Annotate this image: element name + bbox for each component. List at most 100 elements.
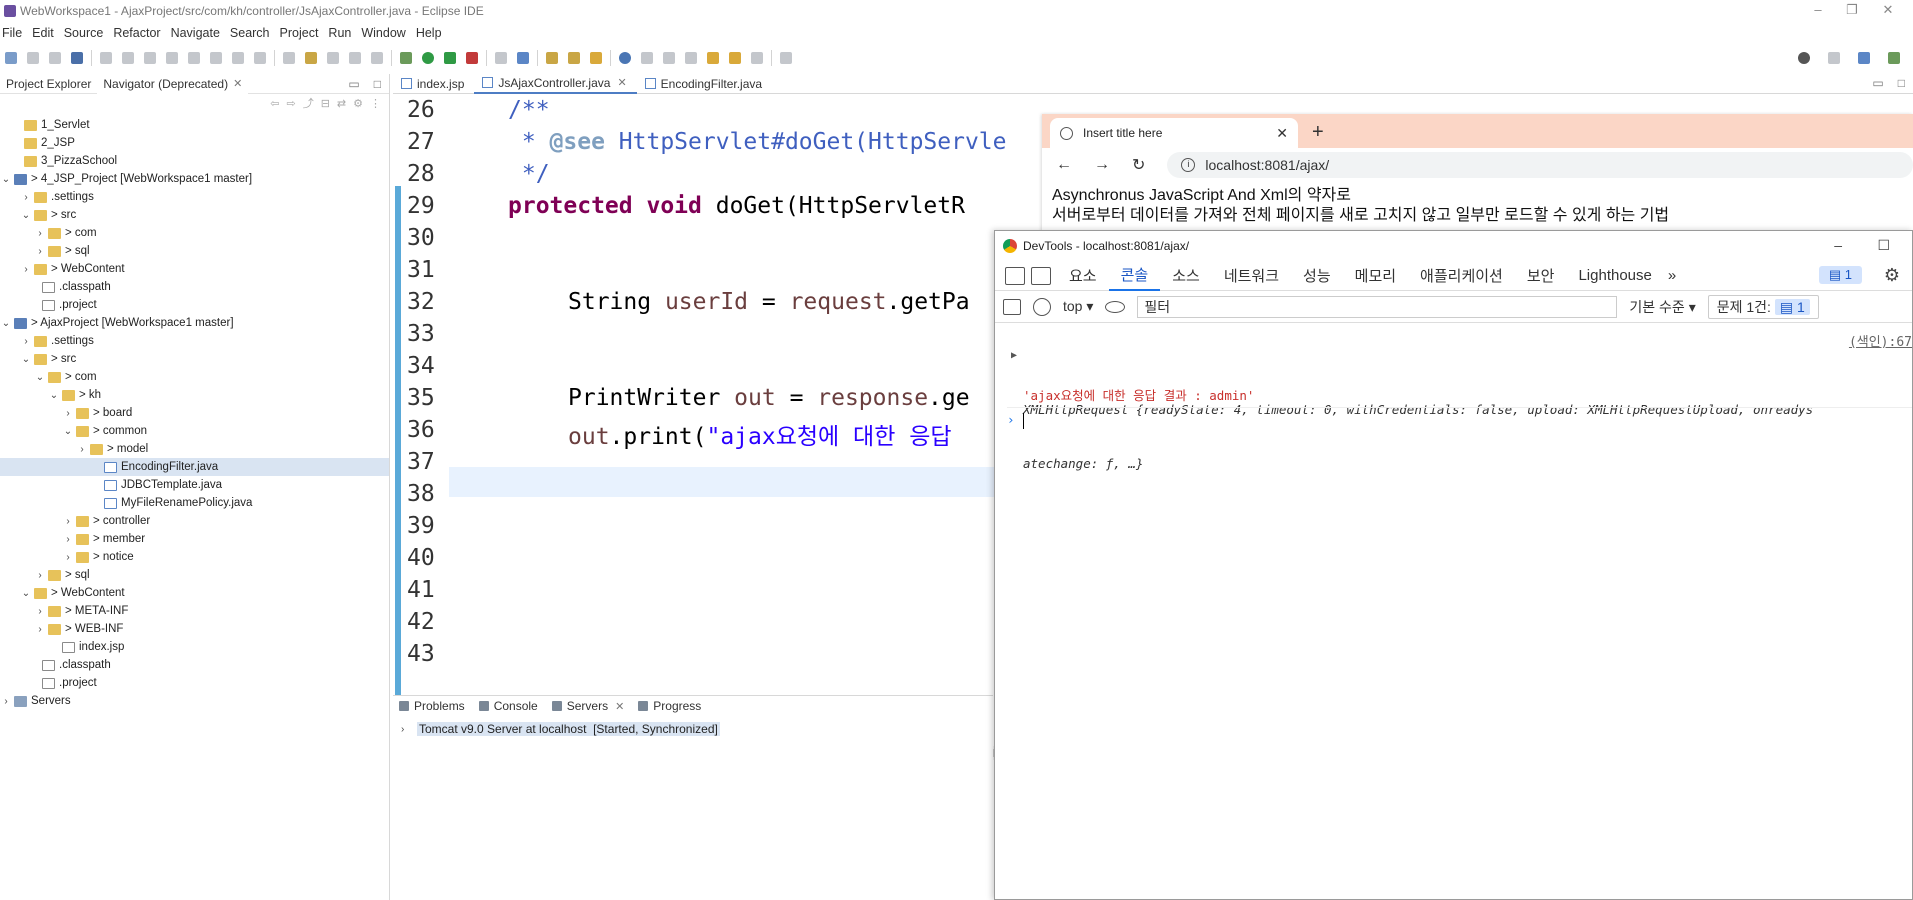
chevron-right-icon[interactable]: › — [62, 408, 74, 419]
tab-lighthouse[interactable]: Lighthouse — [1566, 261, 1663, 291]
chevron-right-icon[interactable]: › — [34, 246, 46, 257]
chevron-right-icon[interactable]: › — [62, 534, 74, 545]
back-button[interactable]: ← — [1056, 156, 1072, 174]
reload-button[interactable]: ↻ — [1132, 155, 1145, 175]
tree-item[interactable]: › > META-INF — [0, 602, 389, 620]
device-toolbar-icon[interactable] — [1031, 266, 1051, 285]
inspect-element-icon[interactable] — [1005, 266, 1025, 285]
tab-index-jsp[interactable]: index.jsp — [393, 74, 474, 94]
tree-item[interactable]: › > controller — [0, 512, 389, 530]
tree-item[interactable]: .project — [0, 296, 389, 314]
tree-item[interactable]: ⌄ > kh — [0, 386, 389, 404]
tree-item[interactable]: JDBCTemplate.java — [0, 476, 389, 494]
log-source-link[interactable]: (색인):67 — [1849, 331, 1912, 350]
minimize-icon[interactable]: ▭ — [348, 77, 359, 91]
new-server-icon[interactable] — [495, 52, 507, 64]
tree-item[interactable]: EncodingFilter.java — [0, 458, 389, 476]
forward-icon[interactable]: ⇨ — [286, 97, 295, 110]
tree-item[interactable]: › > model — [0, 440, 389, 458]
browser-tab[interactable]: Insert title here ✕ — [1050, 118, 1298, 148]
chevron-right-icon[interactable]: › — [20, 264, 32, 275]
tree-item[interactable]: › > WEB-INF — [0, 620, 389, 638]
close-icon[interactable]: ✕ — [233, 77, 242, 90]
chevron-right-icon[interactable]: › — [401, 724, 413, 735]
chevron-down-icon[interactable]: ⌄ — [20, 354, 32, 365]
chevron-right-icon[interactable]: › — [34, 624, 46, 635]
issues-badge[interactable]: ▤ 1 — [1818, 266, 1862, 284]
menu-project[interactable]: Project — [277, 26, 326, 40]
back-icon[interactable]: ⇦ — [270, 97, 279, 110]
tree-item[interactable]: ⌄ > common — [0, 422, 389, 440]
tree-item[interactable]: › > sql — [0, 242, 389, 260]
pin-editor-icon[interactable] — [780, 52, 792, 64]
tree-item[interactable]: 3_PizzaSchool — [0, 152, 389, 170]
view-menu-icon[interactable]: ⋮ — [370, 97, 381, 110]
toggle-mark-icon[interactable] — [283, 52, 295, 64]
open-type-icon[interactable] — [546, 52, 558, 64]
chevron-right-icon[interactable]: › — [20, 192, 32, 203]
menu-file[interactable]: File — [0, 26, 29, 40]
code-line-27[interactable]: /** — [508, 97, 550, 123]
block-selection-icon[interactable] — [327, 52, 339, 64]
chevron-down-icon[interactable]: ⌄ — [62, 426, 74, 437]
tab-sources[interactable]: 소스 — [1160, 261, 1212, 291]
back-icon[interactable] — [729, 52, 741, 64]
tab-jsajaxcontroller[interactable]: JsAjaxController.java ✕ — [474, 73, 637, 94]
log-levels-dropdown[interactable]: 기본 수준 ▾ — [1629, 297, 1695, 317]
tree-item[interactable]: ⌄ > src — [0, 350, 389, 368]
tab-console[interactable]: Console — [473, 696, 546, 716]
chevron-down-icon[interactable]: ⌄ — [20, 588, 32, 599]
tree-item[interactable]: › > board — [0, 404, 389, 422]
tree-item[interactable]: › .settings — [0, 332, 389, 350]
chevron-right-icon[interactable]: › — [34, 228, 46, 239]
minimize-icon[interactable]: ▭ — [1872, 76, 1883, 90]
skip-breakpoints-icon[interactable] — [100, 52, 112, 64]
console-prompt[interactable]: › — [1007, 407, 1912, 429]
suspend-icon[interactable] — [144, 52, 156, 64]
chevron-down-icon[interactable]: ⌄ — [34, 372, 46, 383]
tab-performance[interactable]: 성능 — [1291, 261, 1343, 291]
tab-console[interactable]: 콘솔 — [1108, 261, 1161, 291]
chevron-right-icon[interactable]: › — [0, 696, 12, 707]
chevron-down-icon[interactable]: ⌄ — [0, 318, 12, 329]
forward-button[interactable]: → — [1094, 156, 1110, 174]
maximize-button[interactable]: ☐ — [1877, 237, 1890, 254]
disconnect-icon[interactable] — [188, 52, 200, 64]
tab-problems[interactable]: Problems — [393, 696, 473, 716]
tab-network[interactable]: 네트워크 — [1212, 261, 1291, 291]
tab-encodingfilter[interactable]: EncodingFilter.java — [637, 74, 772, 94]
debug-icon[interactable] — [400, 52, 412, 64]
maximize-icon[interactable]: □ — [1898, 76, 1905, 90]
forward-icon[interactable] — [751, 52, 763, 64]
code-line-36[interactable]: PrintWriter out = response.ge — [568, 385, 970, 411]
maximize-button[interactable]: ❐ — [1837, 0, 1867, 22]
tree-item[interactable]: › > WebContent — [0, 260, 389, 278]
save-all-icon[interactable] — [49, 52, 61, 64]
issues-button[interactable]: 문제 1건: ▤ 1 — [1707, 294, 1819, 319]
menu-source[interactable]: Source — [61, 26, 111, 40]
tree-item[interactable]: ⌄ > com — [0, 368, 389, 386]
info-icon[interactable]: i — [1181, 158, 1196, 172]
new-java-class-icon[interactable] — [517, 52, 529, 64]
tab-memory[interactable]: 메모리 — [1343, 261, 1408, 291]
close-icon[interactable]: ✕ — [617, 76, 626, 89]
server-row[interactable]: › Tomcat v9.0 Server at localhost [Start… — [401, 722, 720, 736]
up-icon[interactable]: ⤴ — [303, 95, 314, 111]
next-annotation-icon[interactable] — [663, 52, 675, 64]
collapse-all-icon[interactable]: ⊟ — [321, 97, 330, 110]
tree-item[interactable]: .classpath — [0, 656, 389, 674]
code-line-37[interactable]: out.print("ajax요청에 대한 응답 — [568, 417, 952, 451]
close-button[interactable]: ✕ — [1873, 0, 1903, 22]
debug-perspective-icon[interactable] — [1888, 52, 1900, 64]
tree-item[interactable]: 1_Servlet — [0, 116, 389, 134]
coverage-icon[interactable] — [444, 52, 456, 64]
external-tools-icon[interactable] — [466, 52, 478, 64]
chevron-right-icon[interactable]: › — [76, 444, 88, 455]
context-selector[interactable]: top ▾ — [1063, 298, 1093, 315]
code-line-29[interactable]: */ — [508, 161, 550, 187]
menu-edit[interactable]: Edit — [29, 26, 61, 40]
new-icon[interactable] — [5, 52, 17, 64]
more-tabs-icon[interactable]: » — [1664, 261, 1680, 291]
tab-security[interactable]: 보안 — [1515, 261, 1567, 291]
link-editor-icon[interactable]: ⇄ — [337, 97, 346, 110]
